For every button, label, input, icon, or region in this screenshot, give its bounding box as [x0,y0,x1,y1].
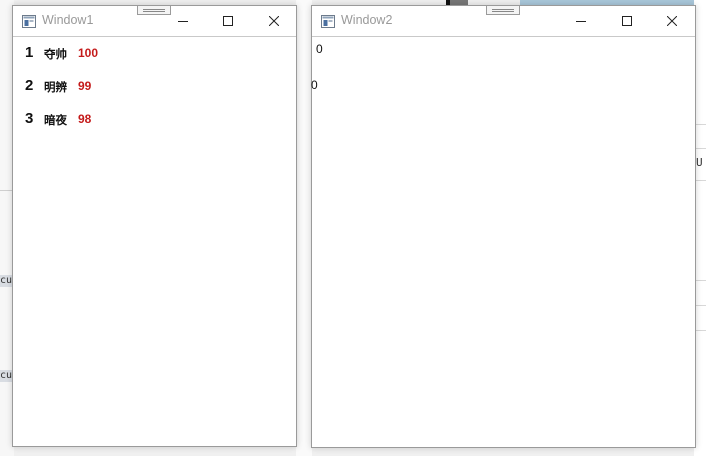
desktop: cu cu U Window1 1 夺帅 100 2 明辨 99 3 暗夜 98… [0,0,706,456]
window2[interactable]: Window2 0 0 [311,5,696,448]
rank-number: 2 [25,77,34,94]
minimize-icon [576,21,586,22]
background-divider [0,190,12,191]
window2-title: Window2 [341,13,393,27]
value-label: 0 [316,42,323,56]
minimize-button[interactable] [160,6,206,36]
value-label: 0 [311,78,318,92]
maximize-button[interactable] [604,6,650,36]
minimize-button[interactable] [558,6,604,36]
window1[interactable]: Window1 1 夺帅 100 2 明辨 99 3 暗夜 98 [12,5,297,447]
drag-grip-icon[interactable] [486,5,520,15]
rank-number: 1 [25,44,34,61]
background-panel-mid [296,0,312,456]
close-icon [269,16,279,26]
close-icon [667,16,677,26]
player-name: 暗夜 [44,113,67,127]
ranking-row: 1 夺帅 100 [13,43,253,63]
ranking-row: 3 暗夜 98 [13,109,253,129]
window1-title: Window1 [42,13,94,27]
background-chip: cu [0,370,13,382]
close-button[interactable] [251,6,297,36]
player-score: 98 [78,112,92,126]
ranking-row: 2 明辨 99 [13,76,253,96]
maximize-button[interactable] [205,6,251,36]
window1-titlebar[interactable]: Window1 [13,5,297,36]
background-glyph: U [696,156,703,169]
app-window-icon [22,13,36,28]
player-name: 夺帅 [44,47,67,61]
titlebar-divider [13,36,296,37]
player-score: 99 [78,79,92,93]
player-score: 100 [78,46,99,60]
maximize-icon [223,16,233,26]
minimize-icon [178,21,188,22]
background-chip: cu [0,275,13,287]
titlebar-divider [312,36,695,37]
maximize-icon [622,16,632,26]
window2-titlebar[interactable]: Window2 [312,5,695,36]
player-name: 明辨 [44,80,67,94]
close-button[interactable] [649,6,695,36]
app-window-icon [321,13,335,28]
rank-number: 3 [25,110,34,127]
